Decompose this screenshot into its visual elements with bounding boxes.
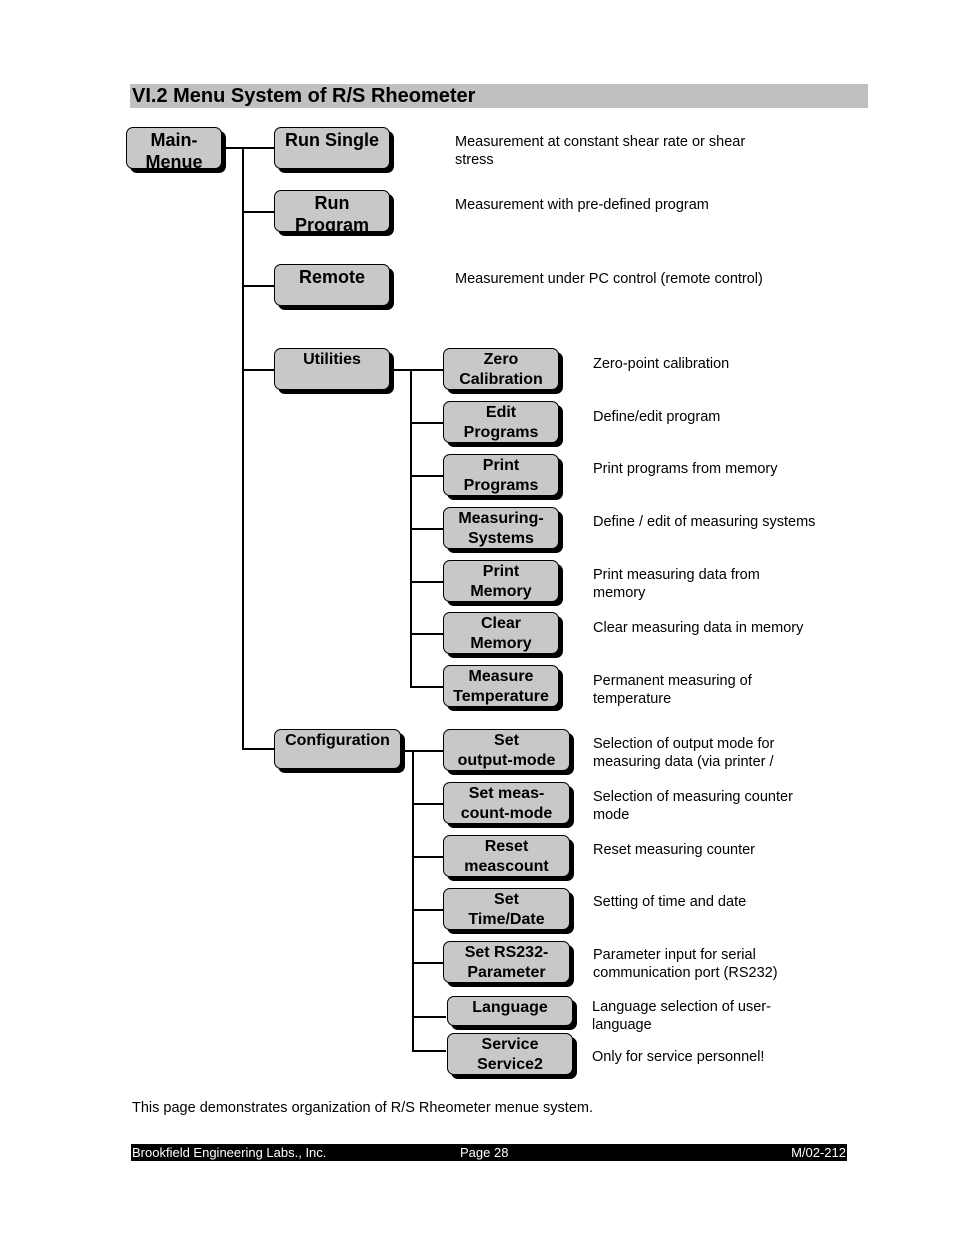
menu-node-main-menue[interactable]: Main- Menue <box>126 127 222 169</box>
menu-node-utilities[interactable]: Utilities <box>274 348 390 390</box>
menu-node-set-rs232-parameter[interactable]: Set RS232- Parameter <box>443 941 570 983</box>
node-description: Clear measuring data in memory <box>593 620 804 636</box>
connector <box>224 147 274 149</box>
node-description: Language selection of user-language <box>592 999 771 1033</box>
node-description: Measurement with pre-defined program <box>455 197 709 213</box>
connector <box>412 1050 446 1052</box>
section-heading: VI.2 Menu System of R/S Rheometer <box>130 84 868 108</box>
node-description: Selection of output mode for measuring d… <box>593 736 775 773</box>
node-description: Define / edit of measuring systems <box>593 514 816 530</box>
summary-text: This page demonstrates organization of R… <box>132 1100 594 1116</box>
menu-node-set-meas-count-mode[interactable]: Set meas- count-mode <box>443 782 570 824</box>
node-description: Measurement under PC control (remote con… <box>455 271 763 287</box>
menu-node-measuring-systems[interactable]: Measuring- Systems <box>443 507 559 549</box>
node-description: Selection of measuring counter mode <box>593 789 793 823</box>
footer-company: Brookfield Engineering Labs., Inc. <box>132 1145 327 1160</box>
node-description: Permanent measuring of temperature <box>593 673 752 707</box>
connector <box>242 748 274 750</box>
connector <box>410 633 444 635</box>
node-description: Setting of time and date <box>593 894 747 910</box>
menu-node-service[interactable]: Service Service2 <box>447 1033 573 1075</box>
menu-node-clear-memory[interactable]: Clear Memory <box>443 612 559 654</box>
node-description: Reset measuring counter <box>593 842 755 858</box>
menu-node-run-single[interactable]: Run Single <box>274 127 390 169</box>
connector <box>410 528 444 530</box>
connector <box>390 369 444 371</box>
footer-doc-id: M/02-212 <box>791 1145 846 1160</box>
footer-page-number: Page 28 <box>460 1145 509 1160</box>
connector <box>412 856 444 858</box>
menu-node-edit-programs[interactable]: Edit Programs <box>443 401 559 443</box>
connector <box>242 147 244 749</box>
node-description: Print measuring data from memory <box>593 567 760 601</box>
node-description: Print programs from memory <box>593 461 778 477</box>
connector <box>400 750 444 752</box>
menu-node-set-output-mode[interactable]: Set output-mode <box>443 729 570 771</box>
connector <box>410 422 444 424</box>
connector <box>412 962 444 964</box>
node-description: Zero-point calibration <box>593 356 730 372</box>
connector <box>242 211 274 213</box>
node-description: Measurement at constant shear rate or sh… <box>455 134 746 168</box>
connector <box>242 285 274 287</box>
node-description: Parameter input for serial communication… <box>593 947 778 981</box>
menu-node-run-program[interactable]: Run Program <box>274 190 390 232</box>
menu-node-zero-calibration[interactable]: Zero Calibration <box>443 348 559 390</box>
menu-node-print-programs[interactable]: Print Programs <box>443 454 559 496</box>
page-footer: Brookfield Engineering Labs., Inc. Page … <box>131 1144 847 1161</box>
menu-node-set-time-date[interactable]: Set Time/Date <box>443 888 570 930</box>
connector <box>412 750 414 1050</box>
menu-node-measure-temperature[interactable]: Measure Temperature <box>443 665 559 707</box>
connector <box>412 803 444 805</box>
menu-node-configuration[interactable]: Configuration <box>274 729 401 769</box>
menu-node-print-memory[interactable]: Print Memory <box>443 560 559 602</box>
menu-node-remote[interactable]: Remote <box>274 264 390 306</box>
connector <box>410 581 444 583</box>
menu-node-reset-meascount[interactable]: Reset meascount <box>443 835 570 877</box>
connector <box>412 909 444 911</box>
connector <box>410 475 444 477</box>
connector <box>242 369 274 371</box>
node-description: Only for service personnel! <box>592 1049 765 1065</box>
connector <box>412 1016 446 1018</box>
node-description: Define/edit program <box>593 409 721 425</box>
menu-node-language[interactable]: Language <box>447 996 573 1026</box>
connector <box>410 686 444 688</box>
